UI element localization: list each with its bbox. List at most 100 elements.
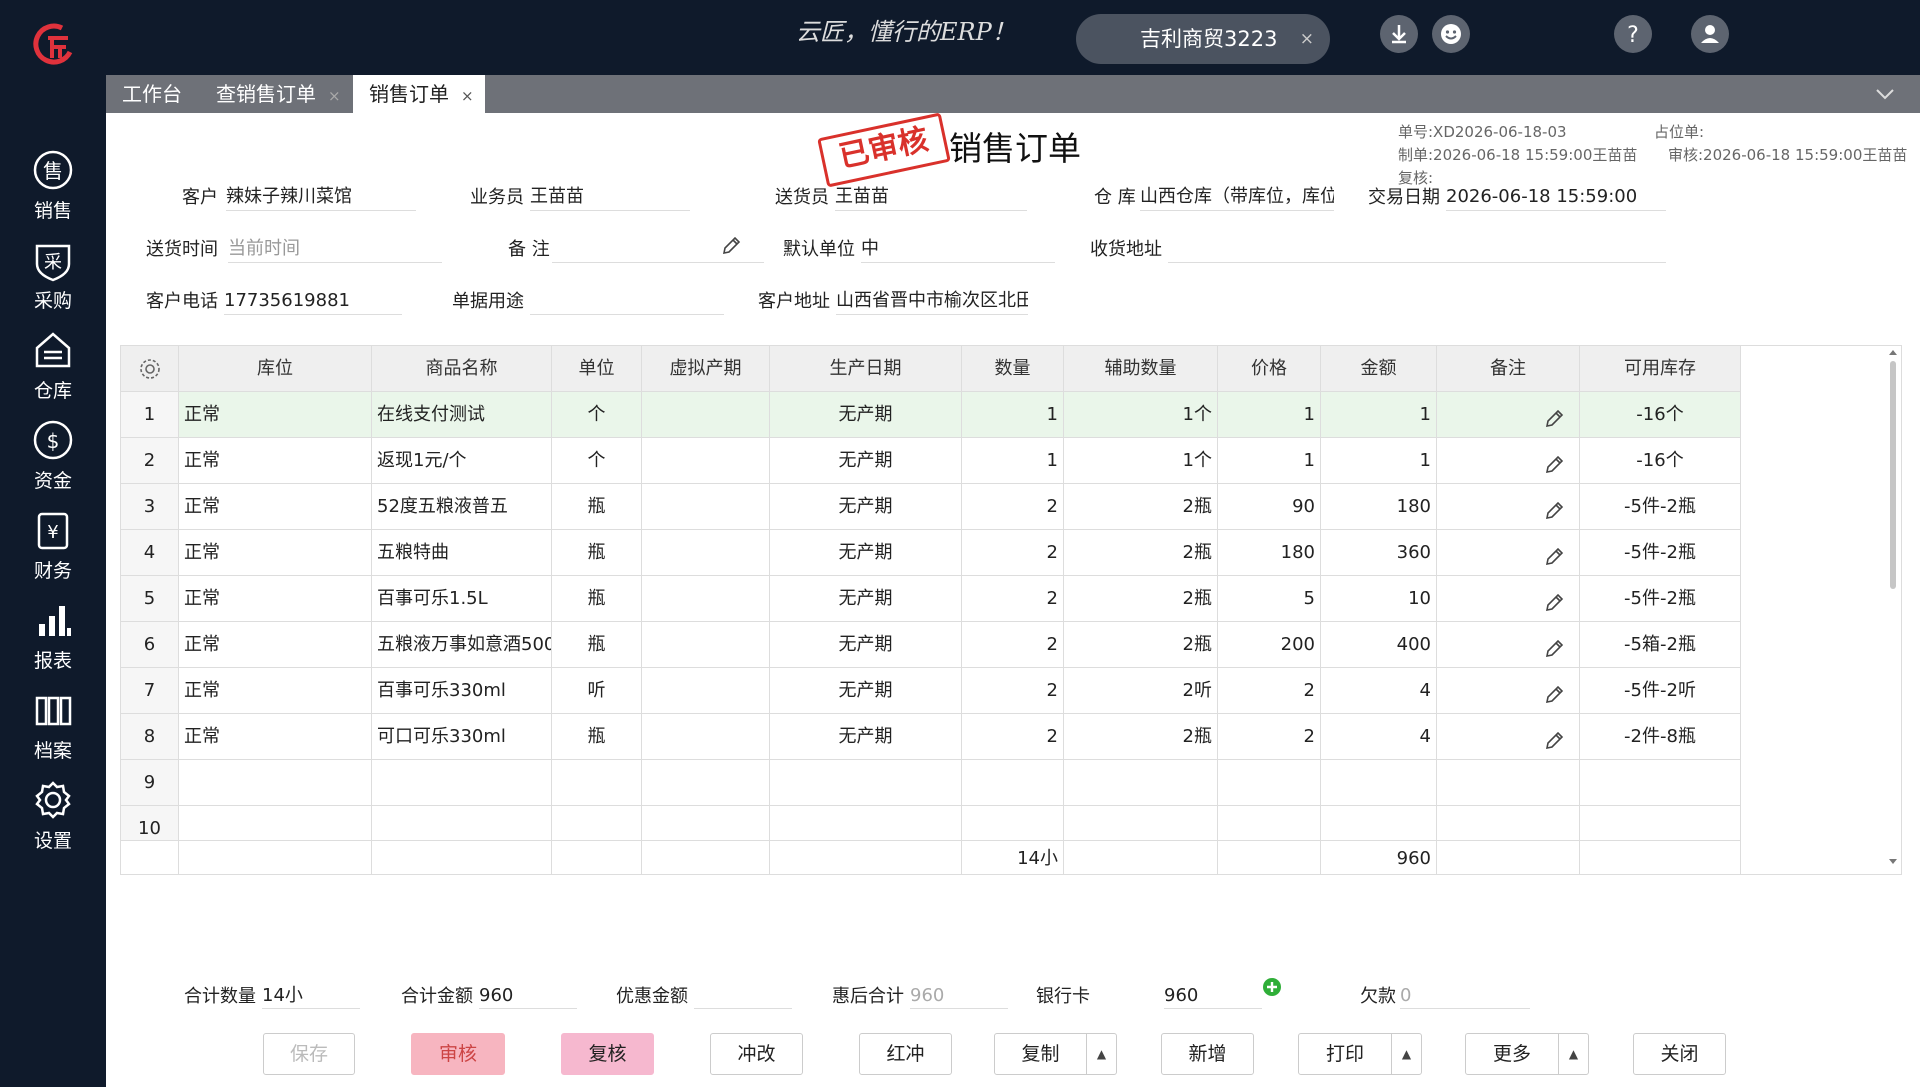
remark-cell[interactable]: [1437, 668, 1580, 713]
customer-field[interactable]: 客户 辣妹子辣川菜馆: [182, 179, 516, 213]
cell-stock[interactable]: -16个: [1580, 438, 1741, 483]
cell-pdate[interactable]: 无产期: [770, 438, 962, 483]
cell-name[interactable]: 五粮特曲: [372, 530, 552, 575]
edit-pencil-icon[interactable]: [1543, 730, 1565, 752]
edit-pencil-icon[interactable]: [1543, 592, 1565, 614]
column-settings-gear[interactable]: [121, 346, 179, 391]
cell-vdate[interactable]: [642, 622, 770, 667]
cell-amount[interactable]: 4: [1321, 668, 1437, 713]
cell-name[interactable]: 百事可乐1.5L: [372, 576, 552, 621]
more-button[interactable]: 更多 ▲: [1465, 1033, 1589, 1075]
smiley-button[interactable]: [1432, 15, 1470, 53]
remark-cell[interactable]: [1437, 576, 1580, 621]
discount-input[interactable]: [694, 983, 792, 1009]
customer-value[interactable]: 辣妹子辣川菜馆: [226, 183, 416, 211]
cell-qty[interactable]: 1: [962, 438, 1064, 483]
edit-pencil-icon[interactable]: [1543, 408, 1565, 430]
ship-address-input[interactable]: [1168, 235, 1666, 263]
cell-unit[interactable]: 个: [552, 392, 642, 437]
cell-price[interactable]: 2: [1218, 668, 1321, 713]
customer-address-value[interactable]: 山西省晋中市榆次区北田: [836, 287, 1028, 315]
cell-amount[interactable]: 360: [1321, 530, 1437, 575]
cell-aux[interactable]: 2瓶: [1064, 484, 1218, 529]
cell-unit[interactable]: 瓶: [552, 484, 642, 529]
download-button[interactable]: [1380, 15, 1418, 53]
audit-button[interactable]: 审核: [411, 1033, 505, 1075]
cell-unit[interactable]: 瓶: [552, 622, 642, 667]
cell-aux[interactable]: 2听: [1064, 668, 1218, 713]
cell-qty[interactable]: [962, 760, 1064, 805]
cell-name[interactable]: 52度五粮液普五: [372, 484, 552, 529]
nav-report[interactable]: 报表: [0, 598, 106, 684]
cell-loc[interactable]: 正常: [179, 530, 372, 575]
copy-dropdown-caret[interactable]: ▲: [1086, 1034, 1116, 1074]
cell-qty[interactable]: 2: [962, 714, 1064, 759]
column-header[interactable]: 金额: [1321, 346, 1437, 391]
cell-price[interactable]: 200: [1218, 622, 1321, 667]
cell-vdate[interactable]: [642, 576, 770, 621]
cell-price[interactable]: 1: [1218, 438, 1321, 483]
cell-amount[interactable]: 1: [1321, 392, 1437, 437]
cell-amount[interactable]: 180: [1321, 484, 1437, 529]
cell-qty[interactable]: 2: [962, 622, 1064, 667]
remark-cell[interactable]: [1437, 622, 1580, 667]
cell-loc[interactable]: 正常: [179, 714, 372, 759]
close-button[interactable]: 关闭: [1633, 1033, 1726, 1075]
column-header[interactable]: 单位: [552, 346, 642, 391]
more-dropdown-caret[interactable]: ▲: [1558, 1034, 1588, 1074]
column-header[interactable]: 数量: [962, 346, 1064, 391]
tab-sales-order[interactable]: 销售订单 ×: [353, 75, 485, 113]
edit-pencil-icon[interactable]: [720, 235, 742, 257]
reverse-edit-button[interactable]: 冲改: [710, 1033, 803, 1075]
cell-name[interactable]: [372, 760, 552, 805]
cell-stock[interactable]: -5件-2瓶: [1580, 576, 1741, 621]
cell-loc[interactable]: 正常: [179, 392, 372, 437]
column-header[interactable]: 虚拟产期: [642, 346, 770, 391]
column-header[interactable]: 可用库存: [1580, 346, 1741, 391]
cell-aux[interactable]: 2瓶: [1064, 622, 1218, 667]
table-row[interactable]: 4 正常 五粮特曲瓶 无产期 2 2瓶 180 360 -5件-2瓶: [121, 530, 1741, 576]
column-header[interactable]: 辅助数量: [1064, 346, 1218, 391]
cell-amount[interactable]: 10: [1321, 576, 1437, 621]
cell-pdate[interactable]: 无产期: [770, 622, 962, 667]
cell-pdate[interactable]: 无产期: [770, 484, 962, 529]
column-header[interactable]: 商品名称: [372, 346, 552, 391]
cell-pdate[interactable]: 无产期: [770, 714, 962, 759]
cell-pdate[interactable]: 无产期: [770, 576, 962, 621]
help-button[interactable]: ?: [1614, 15, 1652, 53]
remark-cell[interactable]: [1437, 714, 1580, 759]
cell-unit[interactable]: 听: [552, 668, 642, 713]
cell-qty[interactable]: 2: [962, 668, 1064, 713]
cell-price[interactable]: 2: [1218, 714, 1321, 759]
deliverer-value[interactable]: 王苗苗: [835, 183, 1027, 211]
salesman-field[interactable]: 业务员 王苗苗: [470, 179, 792, 213]
delivery-time-field[interactable]: 送货时间 当前时间: [146, 231, 480, 265]
deliverer-field[interactable]: 送货员 王苗苗: [775, 179, 1027, 213]
recheck-button[interactable]: 复核: [561, 1033, 654, 1075]
cell-amount[interactable]: 1: [1321, 438, 1437, 483]
table-row[interactable]: 3 正常 52度五粮液普五瓶 无产期 2 2瓶 90 180 -5件-2瓶: [121, 484, 1741, 530]
add-new-button[interactable]: 新增: [1161, 1033, 1254, 1075]
cell-aux[interactable]: 2瓶: [1064, 576, 1218, 621]
default-unit-field[interactable]: 默认单位 中: [783, 231, 1055, 265]
cell-unit[interactable]: [552, 760, 642, 805]
cell-stock[interactable]: -16个: [1580, 392, 1741, 437]
cell-aux[interactable]: 2瓶: [1064, 714, 1218, 759]
cell-unit[interactable]: 瓶: [552, 530, 642, 575]
cell-loc[interactable]: 正常: [179, 668, 372, 713]
cell-stock[interactable]: -2件-8瓶: [1580, 714, 1741, 759]
cell-vdate[interactable]: [642, 530, 770, 575]
company-switcher[interactable]: 吉利商贸3223 ×: [1076, 14, 1330, 64]
cell-unit[interactable]: 个: [552, 438, 642, 483]
print-dropdown-caret[interactable]: ▲: [1391, 1034, 1421, 1074]
cell-stock[interactable]: [1580, 760, 1741, 805]
table-row[interactable]: 9: [121, 760, 1741, 806]
remark-cell[interactable]: [1437, 484, 1580, 529]
red-reverse-button[interactable]: 红冲: [859, 1033, 952, 1075]
close-icon[interactable]: ×: [328, 87, 341, 105]
tab-workbench[interactable]: 工作台: [122, 75, 182, 113]
purpose-field[interactable]: 单据用途: [452, 283, 724, 317]
user-button[interactable]: [1691, 15, 1729, 53]
nav-warehouse[interactable]: 仓库: [0, 328, 106, 414]
cell-amount[interactable]: 4: [1321, 714, 1437, 759]
